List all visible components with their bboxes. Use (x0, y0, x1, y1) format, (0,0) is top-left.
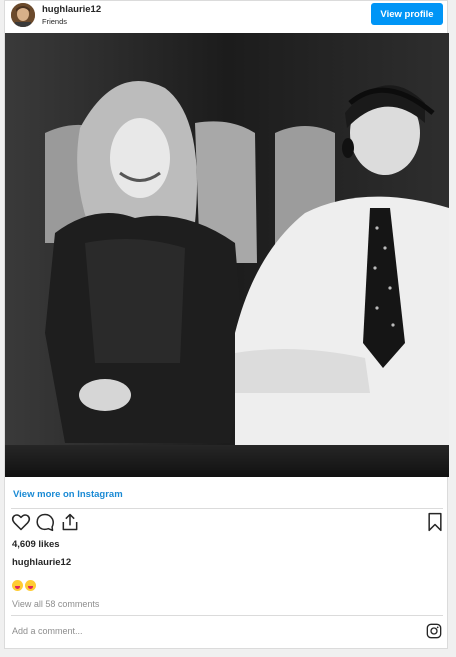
view-more-on-instagram-link[interactable]: View more on Instagram (13, 489, 123, 500)
divider (11, 508, 443, 509)
view-profile-button[interactable]: View profile (371, 3, 443, 25)
comment-icon[interactable] (35, 512, 55, 532)
zany-face-icon (12, 580, 23, 591)
avatar[interactable] (11, 3, 35, 27)
post-header: hughlaurie12 Friends View profile (5, 1, 449, 33)
view-all-comments-link[interactable]: View all 58 comments (12, 599, 99, 609)
instagram-embed-card: hughlaurie12 Friends View profile View m… (4, 0, 449, 649)
bookmark-icon[interactable] (425, 512, 445, 532)
header-username[interactable]: hughlaurie12 (42, 4, 101, 15)
post-photo[interactable] (5, 33, 449, 477)
instagram-icon[interactable] (426, 623, 442, 639)
caption-emoji (12, 580, 38, 594)
add-comment-input[interactable]: Add a comment... (12, 626, 83, 636)
header-subtitle: Friends (42, 17, 68, 26)
caption-username[interactable]: hughlaurie12 (12, 557, 71, 568)
share-icon[interactable] (60, 512, 80, 532)
likes-count[interactable]: 4,609 likes (12, 539, 60, 550)
heart-icon[interactable] (11, 512, 31, 532)
zany-face-icon (25, 580, 36, 591)
divider (11, 615, 443, 616)
